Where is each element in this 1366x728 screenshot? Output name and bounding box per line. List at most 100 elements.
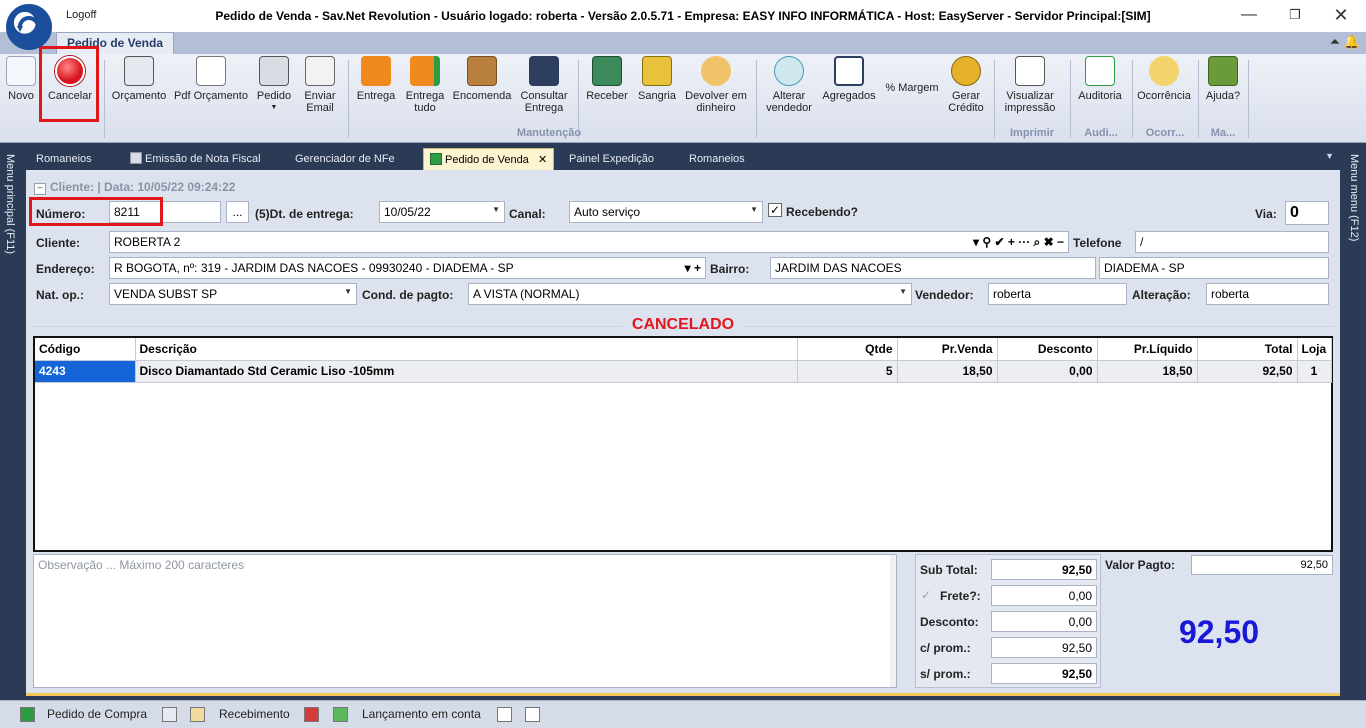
tabs-dropdown-icon[interactable]: ▼ — [1325, 151, 1334, 161]
truck-icon — [361, 56, 391, 86]
cell-qtde[interactable]: 5 — [797, 360, 898, 383]
pedido-compra-link[interactable]: Pedido de Compra — [47, 707, 147, 721]
frete-input[interactable]: 0,00 — [991, 585, 1097, 606]
dt-entrega-input[interactable]: 10/05/22 ▼ — [379, 201, 505, 223]
sangria-button[interactable]: Sangria — [634, 56, 680, 128]
left-menu-label: Menu principal (F11) — [4, 154, 16, 255]
devolver-dinheiro-button[interactable]: Devolver em dinheiro — [684, 56, 748, 128]
tab-romaneios-2[interactable]: Romaneios — [689, 148, 745, 170]
entrega-button[interactable]: Entrega — [354, 56, 398, 128]
cell-pr-venda[interactable]: 18,50 — [897, 360, 998, 383]
cliente-input[interactable]: ROBERTA 2 ▾ ⚲ ✔ + ··· ⌕ ✖ − — [109, 231, 1069, 253]
collapse-icon[interactable]: − — [34, 183, 46, 195]
encomenda-button[interactable]: Encomenda — [452, 56, 512, 128]
chevron-down-icon[interactable]: ▼ — [750, 205, 758, 214]
novo-button[interactable]: Novo — [4, 56, 38, 128]
document-icon — [130, 152, 142, 164]
right-side-menu[interactable]: Menu menu (F12) — [1344, 146, 1366, 692]
chevron-down-icon[interactable]: ▼ — [899, 287, 907, 296]
cell-pr-liquido[interactable]: 18,50 — [1097, 360, 1198, 383]
cprom-value: 92,50 — [991, 637, 1097, 658]
valor-pagto-input[interactable]: 92,50 — [1191, 555, 1333, 575]
recebimento-link[interactable]: Recebimento — [219, 707, 290, 721]
alterar-vendedor-button[interactable]: Alterar vendedor — [762, 56, 816, 128]
endereco-input[interactable]: R BOGOTA, nº: 319 - JARDIM DAS NACOES - … — [109, 257, 706, 279]
hand-money-icon — [701, 56, 731, 86]
entrega-tudo-button[interactable]: Entrega tudo — [402, 56, 448, 128]
consultar-entrega-button[interactable]: Consultar Entrega — [516, 56, 572, 128]
bairro-input[interactable]: JARDIM DAS NACOES — [770, 257, 1096, 279]
telefone-input[interactable]: / — [1135, 231, 1329, 253]
cond-pagto-select[interactable]: A VISTA (NORMAL) ▼ — [468, 283, 912, 305]
pedido-button[interactable]: Pedido ▼ — [254, 56, 294, 128]
notification-bell-icon[interactable]: ⏶ 🔔 — [1330, 34, 1360, 50]
alteracao-input[interactable]: roberta — [1206, 283, 1329, 305]
items-grid[interactable]: Código Descrição Qtde Pr.Venda Desconto … — [33, 336, 1333, 552]
pdf-icon — [196, 56, 226, 86]
orcamento-button[interactable]: Orçamento — [108, 56, 170, 128]
natop-select[interactable]: VENDA SUBST SP ▼ — [109, 283, 357, 305]
col-pr-liquido[interactable]: Pr.Líquido — [1097, 338, 1198, 361]
maximize-button[interactable]: ❐ — [1272, 0, 1318, 30]
table-row[interactable]: 4243 Disco Diamantado Std Ceramic Liso -… — [35, 360, 1332, 383]
report-red-icon[interactable] — [304, 707, 319, 722]
gerar-credito-button[interactable]: Gerar Crédito — [946, 56, 986, 128]
cell-descricao[interactable]: Disco Diamantado Std Ceramic Liso -105mm — [135, 360, 798, 383]
ocorrencia-button[interactable]: Ocorrência — [1136, 56, 1192, 128]
minimize-button[interactable]: — — [1226, 0, 1272, 30]
cidade-input[interactable]: DIADEMA - SP — [1099, 257, 1329, 279]
ajuda-button[interactable]: Ajuda? — [1202, 56, 1244, 128]
truck-search-icon — [529, 56, 559, 86]
left-side-menu[interactable]: Menu principal (F11) — [0, 146, 22, 692]
col-pr-venda[interactable]: Pr.Venda — [897, 338, 998, 361]
tab-pedido-de-venda[interactable]: Pedido de Venda ✕ — [423, 148, 555, 170]
cliente-tools-icons[interactable]: ▾ ⚲ ✔ + ··· ⌕ ✖ − — [973, 235, 1064, 250]
chevron-down-icon[interactable]: ▼ — [492, 205, 500, 214]
canal-select[interactable]: Auto serviço ▼ — [569, 201, 763, 223]
lancamento-conta-link[interactable]: Lançamento em conta — [362, 707, 481, 721]
via-input[interactable]: 0 — [1285, 201, 1329, 225]
list-document-icon[interactable] — [525, 707, 540, 722]
scrollbar[interactable] — [890, 555, 896, 687]
margem-button[interactable]: % Margem — [882, 82, 942, 154]
close-button[interactable]: ✕ — [1318, 0, 1364, 30]
tab-emissao-nota-fiscal[interactable]: Emissão de Nota Fiscal — [130, 148, 261, 170]
vendedor-input[interactable]: roberta — [988, 283, 1127, 305]
frete-checkbox[interactable]: ✓ — [921, 588, 931, 602]
receber-button[interactable]: Receber — [584, 56, 630, 128]
col-loja[interactable]: Loja — [1297, 338, 1332, 361]
enviar-email-button[interactable]: Enviar Email — [298, 56, 342, 128]
visualizar-impressao-button[interactable]: Visualizar impressão — [998, 56, 1062, 128]
pdf-orcamento-button[interactable]: Pdf Orçamento — [174, 56, 248, 128]
col-total[interactable]: Total — [1197, 338, 1298, 361]
cell-desconto[interactable]: 0,00 — [997, 360, 1098, 383]
observacao-textarea[interactable]: Observação ... Máximo 200 caracteres — [33, 554, 897, 688]
print-preview-icon — [1015, 56, 1045, 86]
subtotal-value: 92,50 — [991, 559, 1097, 580]
agregados-button[interactable]: Agregados — [820, 56, 878, 128]
tab-painel-expedicao[interactable]: Painel Expedição — [569, 148, 654, 170]
col-desconto[interactable]: Desconto — [997, 338, 1098, 361]
cell-codigo[interactable]: 4243 — [35, 360, 136, 383]
chevron-down-icon[interactable]: ▼ — [344, 287, 352, 296]
document-add-icon[interactable] — [162, 707, 177, 722]
endereco-tools-icons[interactable]: ▾ + — [685, 261, 701, 275]
search-numero-button[interactable]: ... — [226, 201, 249, 223]
numero-highlight-box — [29, 197, 163, 226]
col-descricao[interactable]: Descrição — [135, 338, 798, 361]
col-codigo[interactable]: Código — [35, 338, 136, 361]
recebendo-checkbox[interactable]: ✓ — [768, 203, 782, 217]
barcode-icon[interactable] — [497, 707, 512, 722]
cell-loja[interactable]: 1 — [1297, 360, 1332, 383]
auditoria-button[interactable]: Auditoria — [1074, 56, 1126, 128]
close-tab-icon[interactable]: ✕ — [538, 154, 547, 166]
ribbon-tab-row: Pedido de Venda ⏶ 🔔 — [0, 32, 1366, 54]
app-logo-icon[interactable] — [6, 4, 52, 50]
user-receive-icon — [190, 707, 205, 722]
desconto-input[interactable]: 0,00 — [991, 611, 1097, 632]
cell-total[interactable]: 92,50 — [1197, 360, 1298, 383]
tab-romaneios[interactable]: Romaneios — [36, 148, 92, 170]
col-qtde[interactable]: Qtde — [797, 338, 898, 361]
tab-gerenciador-nfe[interactable]: Gerenciador de NFe — [295, 148, 395, 170]
box-icon — [467, 56, 497, 86]
